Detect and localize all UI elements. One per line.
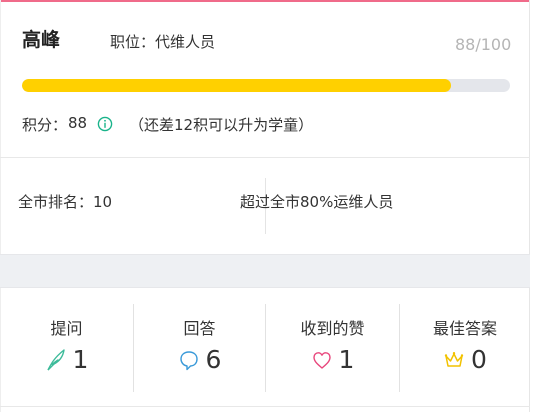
- progress-bar-fill: [22, 79, 452, 92]
- user-profile-card: 高峰 职位：代维人员 88/100 积分： 88 （还差12积可以升为学童） 全…: [0, 0, 533, 412]
- city-rank: 全市排名：10: [18, 193, 113, 211]
- speech-bubble-icon: [179, 351, 198, 371]
- heart-icon: [312, 352, 331, 369]
- stat-label: 回答: [183, 319, 216, 338]
- stat-value: 1: [338, 345, 355, 374]
- crown-icon: [444, 352, 464, 367]
- points-value: 88: [68, 114, 88, 132]
- stats-row: 提问 1 回答 6 收到的赞 1 最佳答案 0: [0, 287, 530, 405]
- score-progress-text: 88/100: [455, 35, 512, 54]
- stat-value: 0: [471, 345, 487, 374]
- exceed-percentage: 超过全市80%运维人员: [240, 193, 394, 211]
- stat-questions[interactable]: 提问 1: [0, 287, 133, 405]
- stat-label: 收到的赞: [300, 319, 365, 338]
- feather-icon: [46, 349, 65, 371]
- stat-best-answers[interactable]: 最佳答案 0: [400, 287, 530, 405]
- points-upgrade-note: （还差12积可以升为学童）: [129, 116, 314, 134]
- stat-likes-received[interactable]: 收到的赞 1: [266, 287, 399, 405]
- bottom-divider: [0, 406, 530, 407]
- progress-bar: [22, 79, 510, 92]
- stat-value: 1: [72, 345, 89, 374]
- top-accent-line: [0, 0, 530, 2]
- points-label: 积分：: [22, 116, 68, 134]
- stat-answers[interactable]: 回答 6: [134, 287, 265, 405]
- user-name: 高峰: [22, 29, 61, 51]
- section-divider: [0, 157, 530, 158]
- info-icon[interactable]: [97, 116, 113, 132]
- gray-spacer-band: [0, 254, 530, 288]
- stat-label: 最佳答案: [432, 319, 497, 338]
- stat-value: 6: [205, 345, 222, 374]
- stat-label: 提问: [50, 319, 83, 338]
- user-position: 职位：代维人员: [110, 33, 216, 51]
